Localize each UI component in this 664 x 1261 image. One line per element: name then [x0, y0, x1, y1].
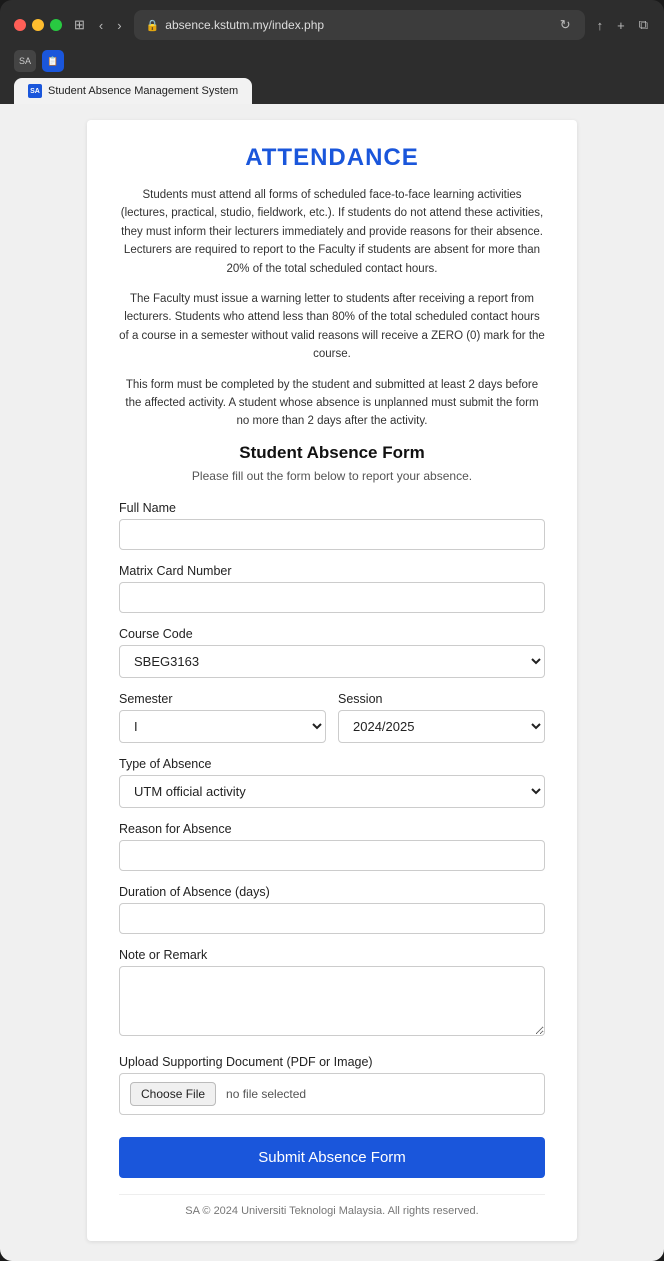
session-label: Session — [338, 692, 545, 706]
type-of-absence-select[interactable]: UTM official activity Medical Personal O… — [119, 775, 545, 808]
full-name-group: Full Name — [119, 501, 545, 550]
extensions-button[interactable]: ⧉ — [637, 15, 650, 35]
upload-group: Upload Supporting Document (PDF or Image… — [119, 1055, 545, 1115]
nav-back-button[interactable]: ‹ — [97, 16, 105, 35]
choose-file-button[interactable]: Choose File — [130, 1082, 216, 1106]
reason-input[interactable] — [119, 840, 545, 871]
footer-text: SA © 2024 Universiti Teknologi Malaysia.… — [119, 1194, 545, 1217]
tab-title: Student Absence Management System — [48, 85, 238, 97]
file-selected-text: no file selected — [226, 1087, 306, 1101]
duration-input[interactable] — [119, 903, 545, 934]
course-code-label: Course Code — [119, 627, 545, 641]
sidebar-icon-2[interactable]: 📋 — [42, 50, 64, 72]
course-code-select[interactable]: SBEG3163 SBEG3164 SBEG3165 — [119, 645, 545, 678]
submit-button[interactable]: Submit Absence Form — [119, 1137, 545, 1178]
upload-label: Upload Supporting Document (PDF or Image… — [119, 1055, 545, 1069]
full-name-input[interactable] — [119, 519, 545, 550]
course-code-group: Course Code SBEG3163 SBEG3164 SBEG3165 — [119, 627, 545, 678]
sidebar-icon-1[interactable]: SA — [14, 50, 36, 72]
traffic-lights — [14, 19, 62, 31]
note-label: Note or Remark — [119, 948, 545, 962]
matrix-card-label: Matrix Card Number — [119, 564, 545, 578]
browser-titlebar: ⊞ ‹ › 🔒 absence.kstutm.my/index.php ↻ ↑ … — [0, 0, 664, 46]
attendance-para3: This form must be completed by the stude… — [119, 376, 545, 431]
type-of-absence-group: Type of Absence UTM official activity Me… — [119, 757, 545, 808]
matrix-card-input[interactable] — [119, 582, 545, 613]
lock-icon: 🔒 — [146, 19, 160, 32]
share-button[interactable]: ↑ — [595, 16, 606, 35]
semester-select[interactable]: I II — [119, 710, 326, 743]
browser-window: ⊞ ‹ › 🔒 absence.kstutm.my/index.php ↻ ↑ … — [0, 0, 664, 1261]
semester-session-row: Semester I II Session 2024/2025 2023/202… — [119, 692, 545, 757]
semester-group: Semester I II — [119, 692, 326, 743]
file-upload-area: Choose File no file selected — [119, 1073, 545, 1115]
reason-group: Reason for Absence — [119, 822, 545, 871]
close-button[interactable] — [14, 19, 26, 31]
refresh-button[interactable]: ↻ — [558, 15, 573, 35]
matrix-card-group: Matrix Card Number — [119, 564, 545, 613]
content-card: ATTENDANCE Students must attend all form… — [87, 120, 577, 1241]
session-group: Session 2024/2025 2023/2024 — [338, 692, 545, 743]
add-tab-button[interactable]: + — [615, 16, 627, 35]
attendance-para2: The Faculty must issue a warning letter … — [119, 290, 545, 364]
duration-group: Duration of Absence (days) — [119, 885, 545, 934]
minimize-button[interactable] — [32, 19, 44, 31]
form-section-title: Student Absence Form — [119, 443, 545, 463]
full-name-label: Full Name — [119, 501, 545, 515]
form-subtitle: Please fill out the form below to report… — [119, 469, 545, 483]
session-select[interactable]: 2024/2025 2023/2024 — [338, 710, 545, 743]
note-group: Note or Remark — [119, 948, 545, 1041]
maximize-button[interactable] — [50, 19, 62, 31]
url-text: absence.kstutm.my/index.php — [165, 18, 551, 32]
attendance-para1: Students must attend all forms of schedu… — [119, 186, 545, 278]
url-bar-container: 🔒 absence.kstutm.my/index.php ↻ — [134, 10, 585, 40]
url-bar[interactable]: 🔒 absence.kstutm.my/index.php ↻ — [134, 10, 585, 40]
active-tab[interactable]: SA Student Absence Management System — [14, 78, 252, 104]
tab-favicon: SA — [28, 84, 42, 98]
semester-label: Semester — [119, 692, 326, 706]
tab-row: SA Student Absence Management System — [0, 78, 664, 104]
attendance-title: ATTENDANCE — [119, 144, 545, 172]
sidebar-toggle-button[interactable]: ⊞ — [72, 15, 87, 35]
reason-label: Reason for Absence — [119, 822, 545, 836]
nav-forward-button[interactable]: › — [115, 16, 123, 35]
note-textarea[interactable] — [119, 966, 545, 1036]
page-content: ATTENDANCE Students must attend all form… — [0, 104, 664, 1261]
duration-label: Duration of Absence (days) — [119, 885, 545, 899]
type-of-absence-label: Type of Absence — [119, 757, 545, 771]
